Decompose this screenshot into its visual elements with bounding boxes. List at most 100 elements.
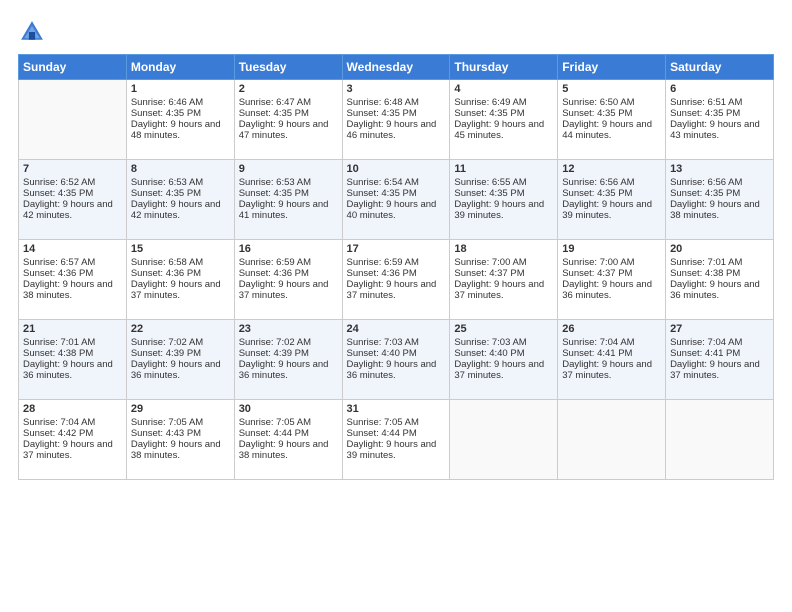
sunrise-text: Sunrise: 7:01 AM: [23, 337, 122, 348]
sunset-text: Sunset: 4:44 PM: [347, 428, 446, 439]
sunrise-text: Sunrise: 6:59 AM: [239, 257, 338, 268]
sunrise-text: Sunrise: 6:55 AM: [454, 177, 553, 188]
day-number: 31: [347, 403, 446, 415]
sunrise-text: Sunrise: 6:51 AM: [670, 97, 769, 108]
logo: [18, 18, 50, 46]
calendar-table: SundayMondayTuesdayWednesdayThursdayFrid…: [18, 54, 774, 480]
sunset-text: Sunset: 4:38 PM: [23, 348, 122, 359]
day-number: 30: [239, 403, 338, 415]
week-row-2: 7Sunrise: 6:52 AMSunset: 4:35 PMDaylight…: [19, 160, 774, 240]
day-cell: 24Sunrise: 7:03 AMSunset: 4:40 PMDayligh…: [342, 320, 450, 400]
sunset-text: Sunset: 4:35 PM: [131, 108, 230, 119]
day-number: 6: [670, 83, 769, 95]
sunrise-text: Sunrise: 7:05 AM: [239, 417, 338, 428]
daylight-text: Daylight: 9 hours and 45 minutes.: [454, 119, 553, 141]
day-cell: 26Sunrise: 7:04 AMSunset: 4:41 PMDayligh…: [558, 320, 666, 400]
daylight-text: Daylight: 9 hours and 37 minutes.: [131, 279, 230, 301]
sunrise-text: Sunrise: 7:02 AM: [239, 337, 338, 348]
sunset-text: Sunset: 4:41 PM: [670, 348, 769, 359]
sunset-text: Sunset: 4:35 PM: [347, 108, 446, 119]
sunrise-text: Sunrise: 6:54 AM: [347, 177, 446, 188]
sunset-text: Sunset: 4:39 PM: [131, 348, 230, 359]
day-number: 10: [347, 163, 446, 175]
sunrise-text: Sunrise: 6:56 AM: [670, 177, 769, 188]
sunset-text: Sunset: 4:35 PM: [239, 108, 338, 119]
daylight-text: Daylight: 9 hours and 38 minutes.: [239, 439, 338, 461]
daylight-text: Daylight: 9 hours and 36 minutes.: [239, 359, 338, 381]
day-cell: 25Sunrise: 7:03 AMSunset: 4:40 PMDayligh…: [450, 320, 558, 400]
day-cell: 21 Sunrise: 7:01 AMSunset: 4:38 PMDayligh…: [19, 320, 127, 400]
sunrise-text: Sunrise: 7:05 AM: [131, 417, 230, 428]
day-number: 26: [562, 323, 661, 335]
sunrise-text: Sunrise: 6:58 AM: [131, 257, 230, 268]
day-cell: 3Sunrise: 6:48 AMSunset: 4:35 PMDaylight…: [342, 80, 450, 160]
sunset-text: Sunset: 4:35 PM: [562, 188, 661, 199]
day-cell: [19, 80, 127, 160]
day-number: 15: [131, 243, 230, 255]
sunrise-text: Sunrise: 6:47 AM: [239, 97, 338, 108]
sunrise-text: Sunrise: 7:04 AM: [670, 337, 769, 348]
day-cell: 5Sunrise: 6:50 AMSunset: 4:35 PMDaylight…: [558, 80, 666, 160]
sunset-text: Sunset: 4:36 PM: [239, 268, 338, 279]
daylight-text: Daylight: 9 hours and 38 minutes.: [23, 279, 122, 301]
sunrise-text: Sunrise: 7:02 AM: [131, 337, 230, 348]
daylight-text: Daylight: 9 hours and 39 minutes.: [454, 199, 553, 221]
day-cell: 23Sunrise: 7:02 AMSunset: 4:39 PMDayligh…: [234, 320, 342, 400]
daylight-text: Daylight: 9 hours and 47 minutes.: [239, 119, 338, 141]
daylight-text: Daylight: 9 hours and 42 minutes.: [131, 199, 230, 221]
sunrise-text: Sunrise: 6:53 AM: [239, 177, 338, 188]
daylight-text: Daylight: 9 hours and 36 minutes.: [347, 359, 446, 381]
day-number: 2: [239, 83, 338, 95]
day-cell: 16 Sunrise: 6:59 AMSunset: 4:36 PMDayligh…: [234, 240, 342, 320]
sunset-text: Sunset: 4:42 PM: [23, 428, 122, 439]
col-header-friday: Friday: [558, 55, 666, 80]
day-number: 13: [670, 163, 769, 175]
daylight-text: Daylight: 9 hours and 48 minutes.: [131, 119, 230, 141]
sunset-text: Sunset: 4:44 PM: [239, 428, 338, 439]
sunrise-text: Sunrise: 7:00 AM: [562, 257, 661, 268]
day-cell: 28Sunrise: 7:04 AMSunset: 4:42 PMDayligh…: [19, 400, 127, 480]
day-cell: 31Sunrise: 7:05 AMSunset: 4:44 PMDayligh…: [342, 400, 450, 480]
sunrise-text: Sunrise: 7:03 AM: [347, 337, 446, 348]
sunset-text: Sunset: 4:35 PM: [670, 108, 769, 119]
sunset-text: Sunset: 4:39 PM: [239, 348, 338, 359]
day-number: 14: [23, 243, 122, 255]
sunrise-text: Sunrise: 6:46 AM: [131, 97, 230, 108]
sunrise-text: Sunrise: 6:57 AM: [23, 257, 122, 268]
sunset-text: Sunset: 4:35 PM: [239, 188, 338, 199]
day-cell: 8Sunrise: 6:53 AMSunset: 4:35 PMDaylight…: [126, 160, 234, 240]
daylight-text: Daylight: 9 hours and 40 minutes.: [347, 199, 446, 221]
col-header-tuesday: Tuesday: [234, 55, 342, 80]
daylight-text: Daylight: 9 hours and 37 minutes.: [239, 279, 338, 301]
day-cell: 15Sunrise: 6:58 AMSunset: 4:36 PMDayligh…: [126, 240, 234, 320]
sunset-text: Sunset: 4:35 PM: [454, 108, 553, 119]
daylight-text: Daylight: 9 hours and 42 minutes.: [23, 199, 122, 221]
day-number: 29: [131, 403, 230, 415]
sunset-text: Sunset: 4:40 PM: [347, 348, 446, 359]
day-cell: 1 Sunrise: 6:46 AMSunset: 4:35 PMDaylight…: [126, 80, 234, 160]
day-number: 1: [131, 83, 230, 95]
day-number: 25: [454, 323, 553, 335]
day-cell: [450, 400, 558, 480]
day-number: 16: [239, 243, 338, 255]
day-number: 22: [131, 323, 230, 335]
day-number: 21: [23, 323, 122, 335]
day-number: 18: [454, 243, 553, 255]
day-number: 9: [239, 163, 338, 175]
day-cell: 22Sunrise: 7:02 AMSunset: 4:39 PMDayligh…: [126, 320, 234, 400]
daylight-text: Daylight: 9 hours and 36 minutes.: [562, 279, 661, 301]
daylight-text: Daylight: 9 hours and 36 minutes.: [23, 359, 122, 381]
daylight-text: Daylight: 9 hours and 37 minutes.: [347, 279, 446, 301]
day-cell: 11Sunrise: 6:55 AMSunset: 4:35 PMDayligh…: [450, 160, 558, 240]
day-cell: [558, 400, 666, 480]
sunset-text: Sunset: 4:35 PM: [131, 188, 230, 199]
sunrise-text: Sunrise: 7:00 AM: [454, 257, 553, 268]
sunset-text: Sunset: 4:35 PM: [454, 188, 553, 199]
sunrise-text: Sunrise: 7:03 AM: [454, 337, 553, 348]
daylight-text: Daylight: 9 hours and 41 minutes.: [239, 199, 338, 221]
day-cell: 6Sunrise: 6:51 AMSunset: 4:35 PMDaylight…: [666, 80, 774, 160]
sunset-text: Sunset: 4:41 PM: [562, 348, 661, 359]
sunrise-text: Sunrise: 6:53 AM: [131, 177, 230, 188]
day-cell: 9 Sunrise: 6:53 AMSunset: 4:35 PMDaylight…: [234, 160, 342, 240]
sunrise-text: Sunrise: 6:52 AM: [23, 177, 122, 188]
